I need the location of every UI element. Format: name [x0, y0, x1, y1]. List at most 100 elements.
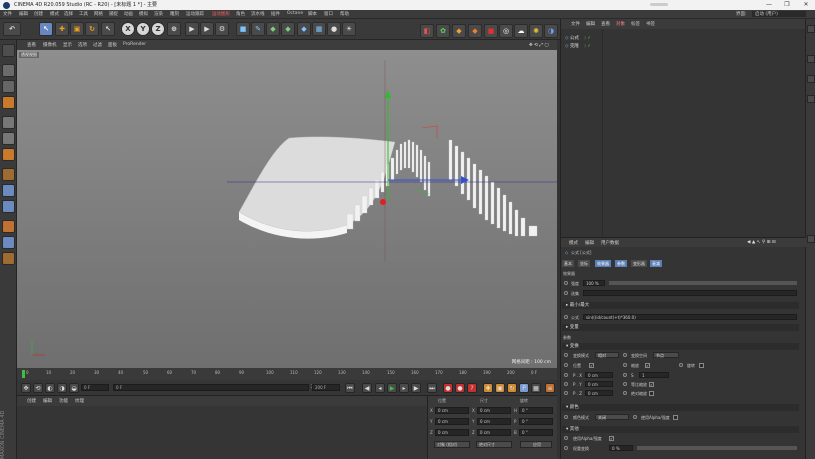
vp-menu-prorender[interactable]: ProRender: [123, 42, 146, 47]
key-mode-icon[interactable]: ✥: [21, 383, 31, 393]
anim-dot-icon[interactable]: [564, 436, 568, 440]
apply-button[interactable]: 应用: [520, 441, 552, 448]
anim-dot-icon[interactable]: [564, 415, 568, 419]
undo-icon[interactable]: ↶: [3, 22, 21, 36]
size-y-field[interactable]: 0 cm: [477, 418, 511, 425]
camera-icon[interactable]: ●: [327, 22, 341, 36]
anim-dot-icon[interactable]: [623, 382, 627, 386]
mat-menu-function[interactable]: 功能: [59, 398, 68, 404]
min-max-section[interactable]: ▸ 最小/最大: [562, 302, 799, 309]
vp-menu-camera[interactable]: 摄像机: [43, 42, 57, 48]
deformer-icon[interactable]: ◆: [297, 22, 311, 36]
select-tool-icon[interactable]: ↖: [101, 22, 115, 36]
rot-h-field[interactable]: 0 °: [519, 407, 553, 414]
position-checkbox[interactable]: ✓: [589, 363, 594, 368]
anim-dot-icon[interactable]: [564, 446, 568, 450]
side-tab-takes[interactable]: [807, 75, 815, 83]
obj-menu-edit[interactable]: 编辑: [586, 21, 595, 27]
menu-snap[interactable]: 捕捉: [109, 11, 118, 17]
param-key-toggle-icon[interactable]: P: [519, 383, 529, 393]
octane-live-icon[interactable]: ■: [484, 24, 498, 38]
menu-plugins[interactable]: 插件: [271, 11, 280, 17]
vp-menu-panel[interactable]: 面板: [108, 42, 117, 48]
axis-icon[interactable]: [2, 168, 15, 181]
vp-menu-view[interactable]: 查看: [27, 42, 36, 48]
transform-section[interactable]: ▾ 变换: [562, 343, 799, 350]
goto-start-icon[interactable]: ⏮: [345, 383, 355, 393]
weight-transform-slider[interactable]: [637, 446, 797, 450]
timeline-ruler[interactable]: 0 10 20 30 40 50 60 70 80 90 100 110 120…: [17, 368, 557, 380]
material-area[interactable]: [17, 406, 427, 459]
size-z-field[interactable]: 0 cm: [477, 429, 511, 436]
tab-effector[interactable]: 效果器: [595, 260, 611, 267]
grid-icon[interactable]: [2, 236, 15, 249]
tab-basic[interactable]: 基本: [562, 260, 574, 267]
timeline-playhead[interactable]: [22, 370, 25, 378]
strength-slider[interactable]: [609, 281, 797, 285]
anim-dot-icon[interactable]: [623, 353, 627, 357]
light-icon[interactable]: ☀: [342, 22, 356, 36]
selection-field[interactable]: [583, 290, 797, 296]
menu-tracking[interactable]: 运动跟踪: [186, 11, 204, 17]
absolute-scale-checkbox[interactable]: [649, 391, 654, 396]
anim-dot-icon[interactable]: [623, 373, 627, 377]
scale-icon[interactable]: ▣: [70, 22, 84, 36]
anim-dot-icon[interactable]: [564, 281, 568, 285]
side-tab-objects[interactable]: [807, 25, 815, 33]
array-icon[interactable]: ◆: [281, 22, 295, 36]
viewport[interactable]: 透视视图 网格间距: 100 cm: [17, 50, 557, 368]
side-tab-content[interactable]: [807, 55, 815, 63]
color-mode-dropdown[interactable]: 关闭: [595, 414, 629, 420]
obj-menu-tags[interactable]: 标签: [631, 21, 640, 27]
floor-icon[interactable]: ▦: [312, 22, 326, 36]
octane-settings-icon[interactable]: ✿: [436, 24, 450, 38]
viewport-nav-icons[interactable]: ✥ ⟲ ⤢ ▢: [529, 42, 549, 48]
rot-b-field[interactable]: 0 °: [519, 429, 553, 436]
texture-mode-icon[interactable]: [2, 80, 15, 93]
variables-section[interactable]: ▸ 变量: [562, 324, 799, 331]
side-tab-attributes[interactable]: [807, 235, 815, 243]
polygons-mode-icon[interactable]: [2, 148, 15, 161]
formula-field[interactable]: sin(((id/count)+t)*360.0): [583, 314, 797, 320]
close-icon[interactable]: ✕: [797, 0, 815, 10]
weight-alpha-checkbox[interactable]: ✓: [609, 436, 614, 441]
menu-script[interactable]: 脚本: [308, 11, 317, 17]
pos-x-field[interactable]: 0 cm: [435, 407, 469, 414]
octane-env-icon[interactable]: ◑: [544, 24, 558, 38]
other-section[interactable]: ▾ 其他: [562, 426, 799, 433]
pos-key-icon[interactable]: ✚: [483, 383, 493, 393]
pla-key-icon[interactable]: ▦: [531, 383, 541, 393]
subdivision-icon[interactable]: ◆: [266, 22, 280, 36]
render-settings-icon[interactable]: ⚙: [215, 22, 229, 36]
attr-menu-userdata[interactable]: 用户数据: [601, 240, 619, 246]
layout-dropdown[interactable]: 启动 (用户): [752, 11, 806, 17]
vp-menu-options[interactable]: 选项: [78, 42, 87, 48]
next-frame-icon[interactable]: ▸: [399, 383, 409, 393]
attr-nav-icons[interactable]: ◀ ▲ ↖ ⚲ ⊞ ⊟: [747, 240, 776, 245]
py-field[interactable]: 0 cm: [585, 381, 613, 387]
object-row-cloner[interactable]: ◇ 克隆 ⁝ ✓: [565, 43, 591, 49]
menu-mode[interactable]: 模式: [50, 11, 59, 17]
tab-coord[interactable]: 坐标: [578, 260, 590, 267]
points-mode-icon[interactable]: [2, 116, 15, 129]
tab-deformer[interactable]: 变形器: [631, 260, 647, 267]
object-row-formula[interactable]: ◇ 公式 ⁝ ✓: [565, 35, 591, 41]
menu-mograph[interactable]: 运动图形: [212, 11, 230, 17]
menu-create[interactable]: 创建: [34, 11, 43, 17]
menu-octane[interactable]: Octane: [287, 11, 303, 16]
menu-render[interactable]: 渲染: [154, 11, 163, 17]
menu-pipeline[interactable]: 流水线: [251, 11, 265, 17]
gizmo-x-handle[interactable]: [421, 125, 438, 138]
anim-dot-icon[interactable]: [623, 363, 627, 367]
menu-select[interactable]: 选择: [64, 11, 73, 17]
maximize-icon[interactable]: ❐: [778, 0, 796, 10]
move-cursor-icon[interactable]: ↖: [39, 22, 53, 36]
anim-dot-icon[interactable]: [564, 363, 568, 367]
next-key-icon[interactable]: ▶: [411, 383, 421, 393]
scale-key-toggle-icon[interactable]: ▣: [495, 383, 505, 393]
play-icon[interactable]: ▶: [387, 383, 397, 393]
strength-field[interactable]: 100 %: [583, 280, 605, 286]
mat-menu-edit[interactable]: 编辑: [43, 398, 52, 404]
rot-key-toggle-icon[interactable]: ↻: [507, 383, 517, 393]
transform-space-dropdown[interactable]: 节点: [653, 352, 679, 358]
